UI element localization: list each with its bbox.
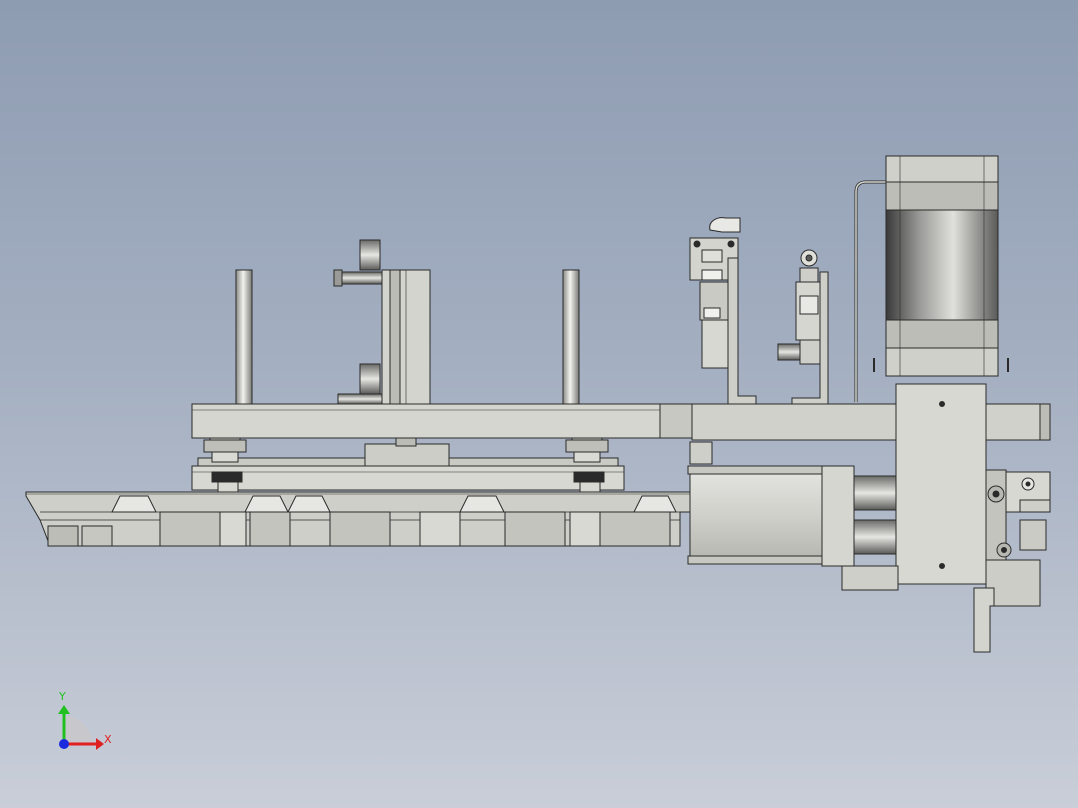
- middle-plate[interactable]: [191, 443, 625, 491]
- coordinate-triad: X Y: [58, 690, 112, 750]
- fitting-lower[interactable]: [337, 363, 383, 405]
- solenoid-valve-left[interactable]: [689, 217, 757, 405]
- triad-y-arrow: [58, 705, 70, 714]
- bottom-tray[interactable]: [25, 491, 691, 547]
- machine-assembly[interactable]: [25, 155, 1051, 653]
- triad-origin: [59, 739, 69, 749]
- solenoid-valve-right[interactable]: [777, 249, 829, 405]
- gear-coupling[interactable]: [985, 469, 1051, 561]
- guide-rod-right[interactable]: [562, 269, 580, 405]
- triad-y-label: Y: [58, 690, 66, 703]
- triad-x-label: X: [104, 733, 112, 746]
- guide-rod-left[interactable]: [235, 269, 253, 405]
- cad-viewport[interactable]: X Y: [0, 0, 1078, 808]
- servo-motor[interactable]: [687, 441, 897, 567]
- triad-arc: [64, 716, 92, 744]
- triad-x-arrow: [96, 738, 104, 750]
- fitting-upper[interactable]: [333, 239, 383, 287]
- rotary-drum[interactable]: [873, 155, 1009, 377]
